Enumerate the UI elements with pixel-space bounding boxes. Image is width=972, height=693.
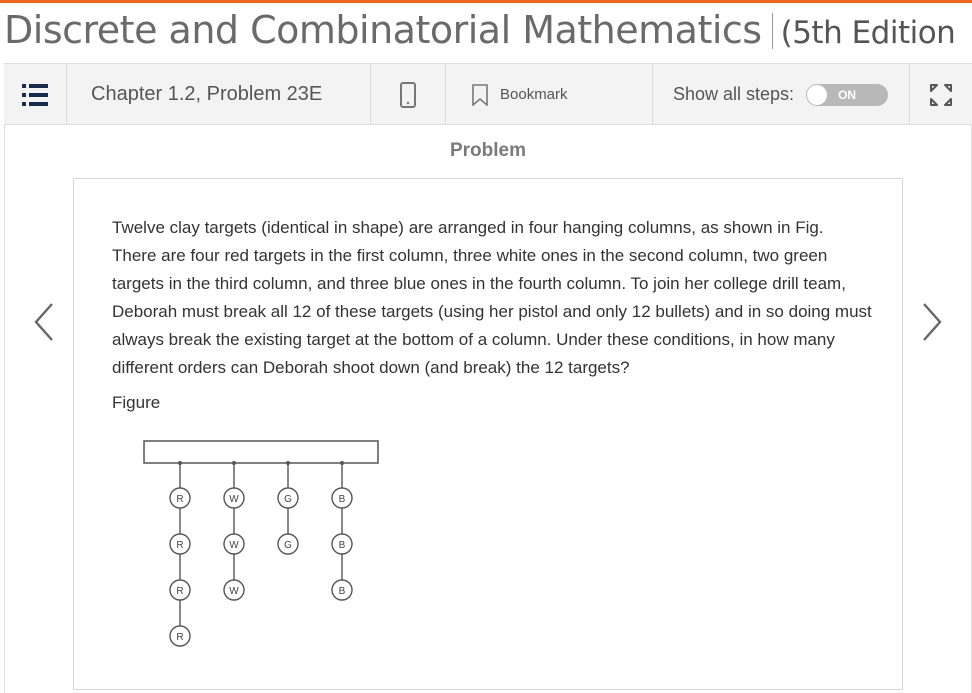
bookmark-label: Bookmark xyxy=(500,86,568,103)
problem-box: Twelve clay targets (identical in shape)… xyxy=(73,178,903,690)
target-letter: R xyxy=(176,632,183,643)
hanging-point xyxy=(286,461,290,465)
toolbar: Chapter 1.2, Problem 23E Bookmark Show a… xyxy=(4,63,972,125)
target-letter: W xyxy=(229,586,239,597)
toggle-knob xyxy=(807,84,828,105)
target-letter: G xyxy=(284,540,292,551)
hanging-point xyxy=(232,461,236,465)
problem-statement: Twelve clay targets (identical in shape)… xyxy=(112,218,872,377)
toggle-state-text: ON xyxy=(838,87,857,102)
hanging-targets-figure: R R R R W W W G G B B B xyxy=(143,440,379,647)
figure-label: Figure xyxy=(112,393,161,412)
target-letter: B xyxy=(339,494,346,505)
hanging-point xyxy=(178,461,182,465)
next-problem-button[interactable] xyxy=(918,300,946,344)
mobile-device-icon xyxy=(400,81,416,108)
target-letter: G xyxy=(284,494,292,505)
chevron-right-icon xyxy=(923,303,942,341)
target-letter: R xyxy=(176,540,183,551)
target-letter: W xyxy=(229,540,239,551)
target-letter: B xyxy=(339,586,346,597)
book-title: Discrete and Combinatorial Mathematics (5… xyxy=(4,6,972,56)
target-letter: R xyxy=(176,494,183,505)
target-letter: W xyxy=(229,494,239,505)
show-steps-label: Show all steps: xyxy=(673,84,795,104)
brand-accent-bar xyxy=(0,0,972,3)
expand-icon xyxy=(930,83,952,106)
chapter-selector[interactable]: Chapter 1.2, Problem 23E xyxy=(67,64,371,125)
problem-heading: Problem xyxy=(449,140,527,161)
list-icon xyxy=(22,83,48,106)
book-title-text: Discrete and Combinatorial Mathematics xyxy=(4,8,762,52)
show-all-steps-control: Show all steps: ON xyxy=(653,64,910,125)
chapter-label: Chapter 1.2, Problem 23E xyxy=(91,83,323,105)
bookmark-button[interactable]: Bookmark xyxy=(446,64,653,125)
hanging-point xyxy=(340,461,344,465)
expand-button[interactable] xyxy=(910,64,972,125)
title-separator xyxy=(771,13,773,49)
show-steps-toggle[interactable]: ON xyxy=(806,83,889,106)
target-letter: B xyxy=(339,540,346,551)
chevron-left-icon xyxy=(34,303,53,341)
menu-button[interactable] xyxy=(4,64,67,125)
bookmark-icon xyxy=(472,83,488,106)
mobile-view-button[interactable] xyxy=(371,64,446,125)
book-edition: (5th Edition xyxy=(780,15,956,51)
hanging-bar xyxy=(143,440,379,464)
previous-problem-button[interactable] xyxy=(30,300,58,344)
target-letter: R xyxy=(176,586,183,597)
